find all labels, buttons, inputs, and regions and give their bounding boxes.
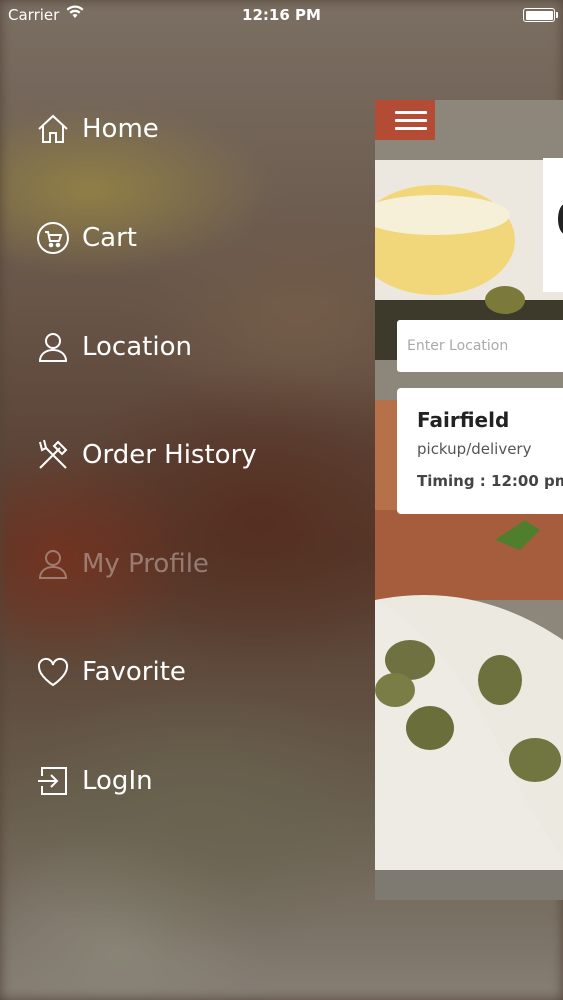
side-menu: Home Cart Location Order History My Prof…	[0, 0, 375, 1000]
menu-item-label: Home	[82, 114, 159, 144]
menu-item-label: Cart	[82, 223, 137, 253]
home-icon	[36, 112, 70, 146]
menu-item-login[interactable]: LogIn	[36, 759, 153, 803]
store-service-type: pickup/delivery	[417, 440, 532, 458]
menu-item-favorite[interactable]: Favorite	[36, 650, 186, 694]
battery-icon	[523, 8, 558, 22]
menu-item-label: Location	[82, 332, 192, 362]
heart-icon	[36, 655, 70, 689]
hamburger-menu-icon[interactable]	[395, 106, 427, 136]
store-timing: Timing : 12:00 pm -	[417, 472, 563, 490]
menu-item-label: My Profile	[82, 549, 209, 579]
main-content-panel[interactable]: Fairfield pickup/delivery Timing : 12:00…	[375, 100, 563, 900]
store-logo-card	[543, 158, 563, 292]
login-icon	[36, 764, 70, 798]
person-icon	[36, 547, 70, 581]
status-bar: Carrier 12:16 PM	[0, 0, 563, 30]
utensils-icon	[36, 438, 70, 472]
store-card[interactable]: Fairfield pickup/delivery Timing : 12:00…	[397, 388, 563, 514]
menu-item-home[interactable]: Home	[36, 107, 159, 151]
store-name: Fairfield	[417, 408, 510, 432]
status-time: 12:16 PM	[242, 6, 321, 24]
menu-item-order-history[interactable]: Order History	[36, 433, 257, 477]
menu-item-my-profile[interactable]: My Profile	[36, 542, 209, 586]
location-search-input[interactable]	[397, 320, 563, 372]
person-icon	[36, 330, 70, 364]
menu-item-cart[interactable]: Cart	[36, 216, 137, 260]
menu-item-label: LogIn	[82, 766, 153, 796]
menu-item-label: Order History	[82, 440, 257, 470]
menu-item-label: Favorite	[82, 657, 186, 687]
cart-icon	[36, 221, 70, 255]
menu-item-location[interactable]: Location	[36, 325, 192, 369]
